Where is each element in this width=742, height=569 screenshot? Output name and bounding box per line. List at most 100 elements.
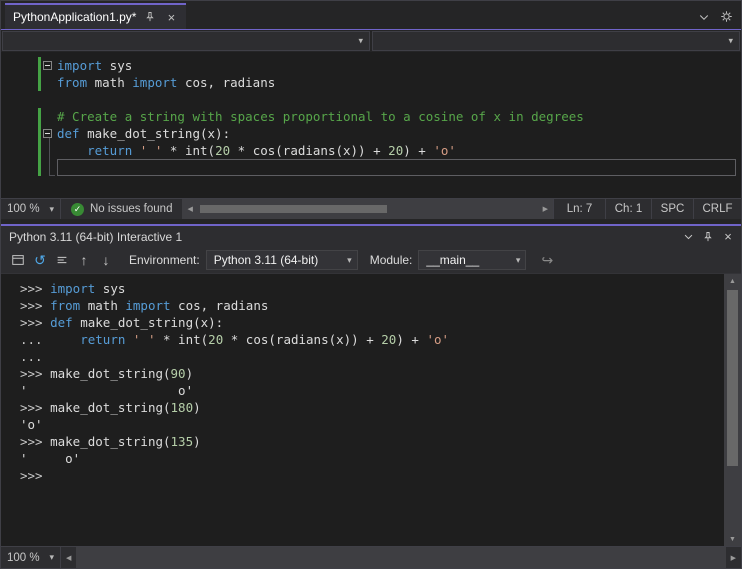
environment-dropdown[interactable]: Python 3.11 (64-bit) ▾ — [205, 250, 358, 270]
scrollbar-thumb[interactable] — [199, 205, 387, 213]
scrollbar-track[interactable] — [76, 547, 726, 568]
code-token: >>> — [20, 281, 51, 296]
reset-icon[interactable]: ↺ — [29, 250, 51, 270]
scroll-left-icon[interactable]: ◀ — [61, 547, 76, 568]
code-token: ) — [193, 434, 201, 449]
chevron-down-icon: ▾ — [728, 35, 733, 46]
pin-icon[interactable] — [143, 10, 157, 24]
console-line[interactable]: ' o' — [20, 450, 724, 467]
issues-indicator[interactable]: ✓ No issues found — [61, 199, 182, 219]
document-tab[interactable]: PythonApplication1.py* × — [5, 3, 187, 29]
chevron-down-icon[interactable] — [698, 11, 710, 23]
send-arrow-icon[interactable]: ↪ — [536, 250, 558, 270]
scroll-down-icon[interactable]: ▼ — [724, 532, 741, 546]
editor-gutter[interactable] — [1, 57, 43, 74]
editor-line[interactable]: from math import cos, radians — [1, 74, 741, 91]
code-token: 180 — [170, 400, 194, 415]
console-line[interactable]: 'o' — [20, 416, 724, 433]
editor-horizontal-scrollbar[interactable]: ◀ ▶ — [182, 199, 553, 219]
gear-icon[interactable] — [720, 10, 733, 23]
document-tab-strip: PythonApplication1.py* × — [1, 1, 741, 30]
editor-line-text[interactable]: from math import cos, radians — [57, 74, 741, 91]
scrollbar-track[interactable] — [724, 288, 741, 532]
editor-gutter[interactable] — [1, 125, 43, 142]
column-indicator: Ch: 1 — [605, 199, 651, 219]
console-line[interactable]: >>> from math import cos, radians — [20, 297, 724, 314]
editor-line[interactable]: import sys — [1, 57, 741, 74]
code-token: 20 — [215, 143, 231, 158]
fold-collapse-icon[interactable] — [43, 129, 52, 138]
window-menu-chevron-icon[interactable] — [679, 228, 697, 246]
editor-gutter[interactable] — [1, 74, 43, 91]
scroll-right-icon[interactable]: ▶ — [538, 199, 553, 219]
code-token: import — [57, 58, 103, 73]
member-dropdown[interactable]: ▾ — [372, 31, 740, 51]
fold-margin[interactable] — [43, 159, 57, 176]
fold-margin[interactable] — [43, 142, 57, 159]
fold-collapse-icon[interactable] — [43, 61, 52, 70]
editor-line-text[interactable]: def make_dot_string(x): — [57, 125, 741, 142]
scrollbar-track[interactable] — [197, 199, 538, 219]
editor-gutter[interactable] — [1, 108, 43, 125]
console-line[interactable]: >>> make_dot_string(90) — [20, 365, 724, 382]
code-token: ) — [193, 400, 201, 415]
scroll-up-icon[interactable]: ▲ — [724, 274, 741, 288]
zoom-dropdown[interactable]: 100 % ▾ — [1, 199, 61, 219]
console-line[interactable]: >>> import sys — [20, 280, 724, 297]
editor-gutter[interactable] — [1, 91, 43, 108]
code-editor[interactable]: import sys from math import cos, radians #… — [1, 52, 741, 198]
pin-icon[interactable] — [699, 228, 717, 246]
fold-margin[interactable] — [43, 125, 57, 142]
scrollbar-thumb[interactable] — [727, 290, 738, 466]
fold-margin[interactable] — [43, 91, 57, 108]
history-next-icon[interactable]: ↓ — [95, 250, 117, 270]
editor-line-text[interactable]: # Create a string with spaces proportion… — [57, 108, 741, 125]
scroll-right-icon[interactable]: ▶ — [726, 547, 741, 568]
module-dropdown[interactable]: __main__ ▾ — [418, 250, 527, 270]
fold-guide-line — [49, 138, 55, 176]
editor-line[interactable] — [1, 159, 741, 176]
editor-line-text[interactable] — [57, 159, 736, 176]
close-icon[interactable]: × — [719, 228, 737, 246]
editor-line[interactable] — [1, 91, 741, 108]
code-token: cos, radians — [177, 75, 276, 90]
zoom-dropdown[interactable]: 100 % ▾ — [1, 547, 61, 568]
project-dropdown[interactable]: ▾ — [2, 31, 370, 51]
scroll-left-icon[interactable]: ◀ — [182, 199, 197, 219]
editor-gutter[interactable] — [1, 142, 43, 159]
editor-line[interactable]: # Create a string with spaces proportion… — [1, 108, 741, 125]
editor-gutter[interactable] — [1, 159, 43, 176]
console-line[interactable]: >>> — [20, 467, 724, 484]
close-icon[interactable]: × — [164, 10, 178, 24]
console-line[interactable]: ' o' — [20, 382, 724, 399]
interactive-title-bar[interactable]: Python 3.11 (64-bit) Interactive 1 × — [1, 224, 741, 247]
change-tracking-bar — [38, 125, 41, 142]
console-line[interactable]: >>> make_dot_string(135) — [20, 433, 724, 450]
editor-line[interactable]: return ' ' * int(20 * cos(radians(x)) + … — [1, 142, 741, 159]
space-mode-indicator[interactable]: SPC — [651, 199, 693, 219]
console-line[interactable]: >>> def make_dot_string(x): — [20, 314, 724, 331]
navigation-bar: ▾ ▾ — [1, 30, 741, 52]
code-token: * cos(radians(x)) + — [230, 143, 389, 158]
fold-margin[interactable] — [43, 74, 57, 91]
module-value: __main__ — [426, 253, 480, 267]
editor-line-text[interactable]: return ' ' * int(20 * cos(radians(x)) + … — [57, 142, 741, 159]
interactive-console[interactable]: >>> import sys >>> from math import cos, … — [1, 274, 724, 546]
clear-screen-icon[interactable] — [51, 250, 73, 270]
editor-line[interactable]: def make_dot_string(x): — [1, 125, 741, 142]
console-line[interactable]: ... return ' ' * int(20 * cos(radians(x)… — [20, 331, 724, 348]
fold-margin[interactable] — [43, 108, 57, 125]
environment-window-icon[interactable] — [7, 250, 29, 270]
code-token: >>> — [20, 366, 51, 381]
zoom-value: 100 % — [7, 551, 40, 564]
console-line[interactable]: >>> make_dot_string(180) — [20, 399, 724, 416]
line-ending-indicator[interactable]: CRLF — [693, 199, 741, 219]
editor-line-text[interactable] — [57, 91, 741, 108]
console-line[interactable]: ... — [20, 348, 724, 365]
vertical-scrollbar[interactable]: ▲ ▼ — [724, 274, 741, 546]
code-token: >>> — [20, 468, 43, 483]
editor-line-text[interactable]: import sys — [57, 57, 741, 74]
history-previous-icon[interactable]: ↑ — [73, 250, 95, 270]
fold-margin[interactable] — [43, 57, 57, 74]
